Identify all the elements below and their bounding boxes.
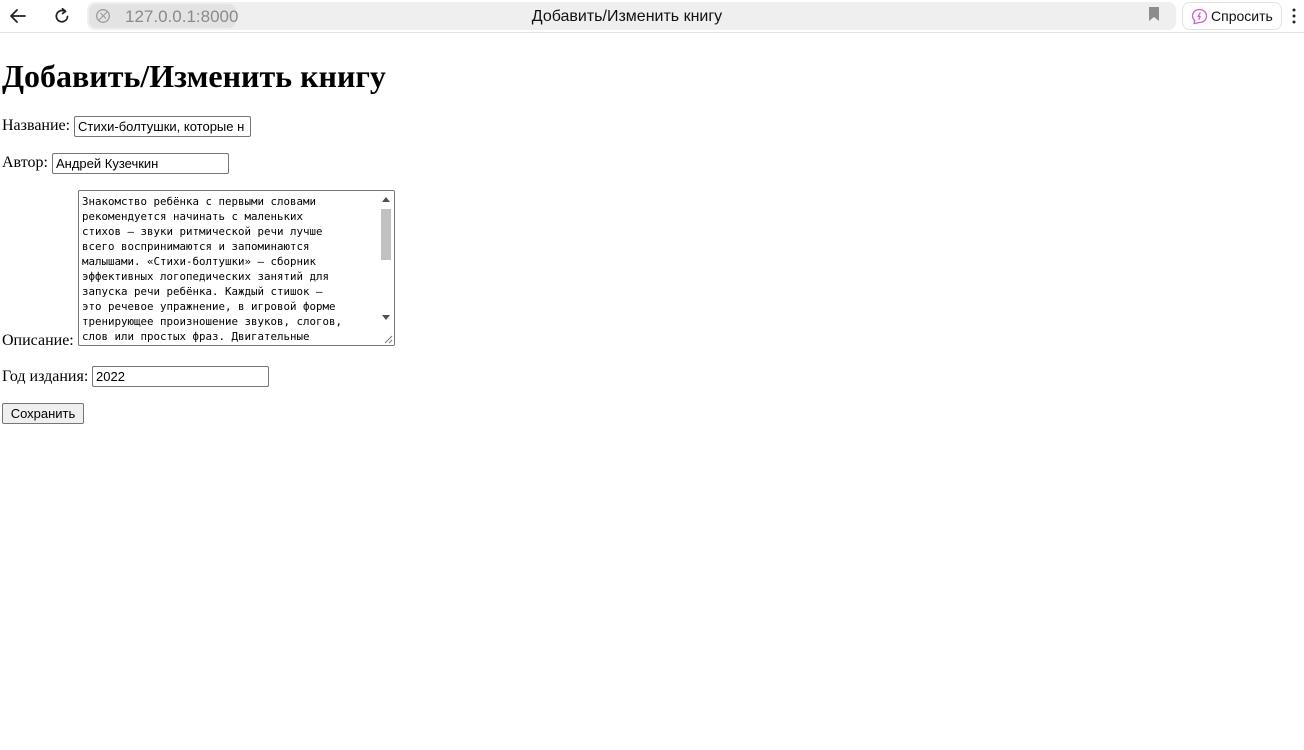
browser-menu-button[interactable] <box>1289 7 1299 25</box>
description-label: Описание: <box>2 332 74 349</box>
scroll-thumb[interactable] <box>381 209 391 260</box>
reload-button[interactable] <box>49 4 75 28</box>
save-button[interactable]: Сохранить <box>2 403 84 424</box>
ask-ai-button[interactable]: Спросить <box>1182 2 1282 30</box>
site-info-icon[interactable] <box>95 8 111 24</box>
bookmark-icon <box>1149 7 1159 21</box>
arrow-left-icon <box>10 9 26 23</box>
address-bar[interactable]: 127.0.0.1:8000 Добавить/Изменить книгу <box>87 2 1176 30</box>
author-label: Автор: <box>2 154 48 171</box>
url-text: 127.0.0.1:8000 <box>125 7 239 26</box>
url-chip[interactable]: 127.0.0.1:8000 <box>89 4 239 28</box>
ai-chat-icon <box>1191 8 1208 25</box>
kebab-menu-icon <box>1292 8 1296 24</box>
bookmark-button[interactable] <box>1146 5 1162 23</box>
back-button[interactable] <box>5 4 31 28</box>
scroll-up-arrow-icon[interactable] <box>382 197 390 202</box>
author-input[interactable]: Андрей Кузечкин <box>52 153 229 174</box>
textarea-scrollbar[interactable] <box>379 192 393 335</box>
browser-toolbar: 127.0.0.1:8000 Добавить/Изменить книгу С… <box>0 0 1304 33</box>
ask-ai-label: Спросить <box>1211 8 1273 24</box>
year-input[interactable]: 2022 <box>92 366 269 387</box>
page-title: Добавить/Изменить книгу <box>2 58 386 94</box>
scroll-down-arrow-icon[interactable] <box>382 315 390 320</box>
tab-title: Добавить/Изменить книгу <box>531 8 723 25</box>
year-label: Год издания: <box>2 368 89 385</box>
description-text: Знакомство ребёнка с первыми словами рек… <box>82 195 343 343</box>
description-textarea[interactable]: Знакомство ребёнка с первыми словами рек… <box>78 190 395 346</box>
resize-grip-icon[interactable] <box>383 334 393 344</box>
name-label: Название: <box>2 117 71 134</box>
name-input[interactable]: Стихи-болтушки, которые н <box>74 116 251 137</box>
reload-icon <box>55 7 69 23</box>
